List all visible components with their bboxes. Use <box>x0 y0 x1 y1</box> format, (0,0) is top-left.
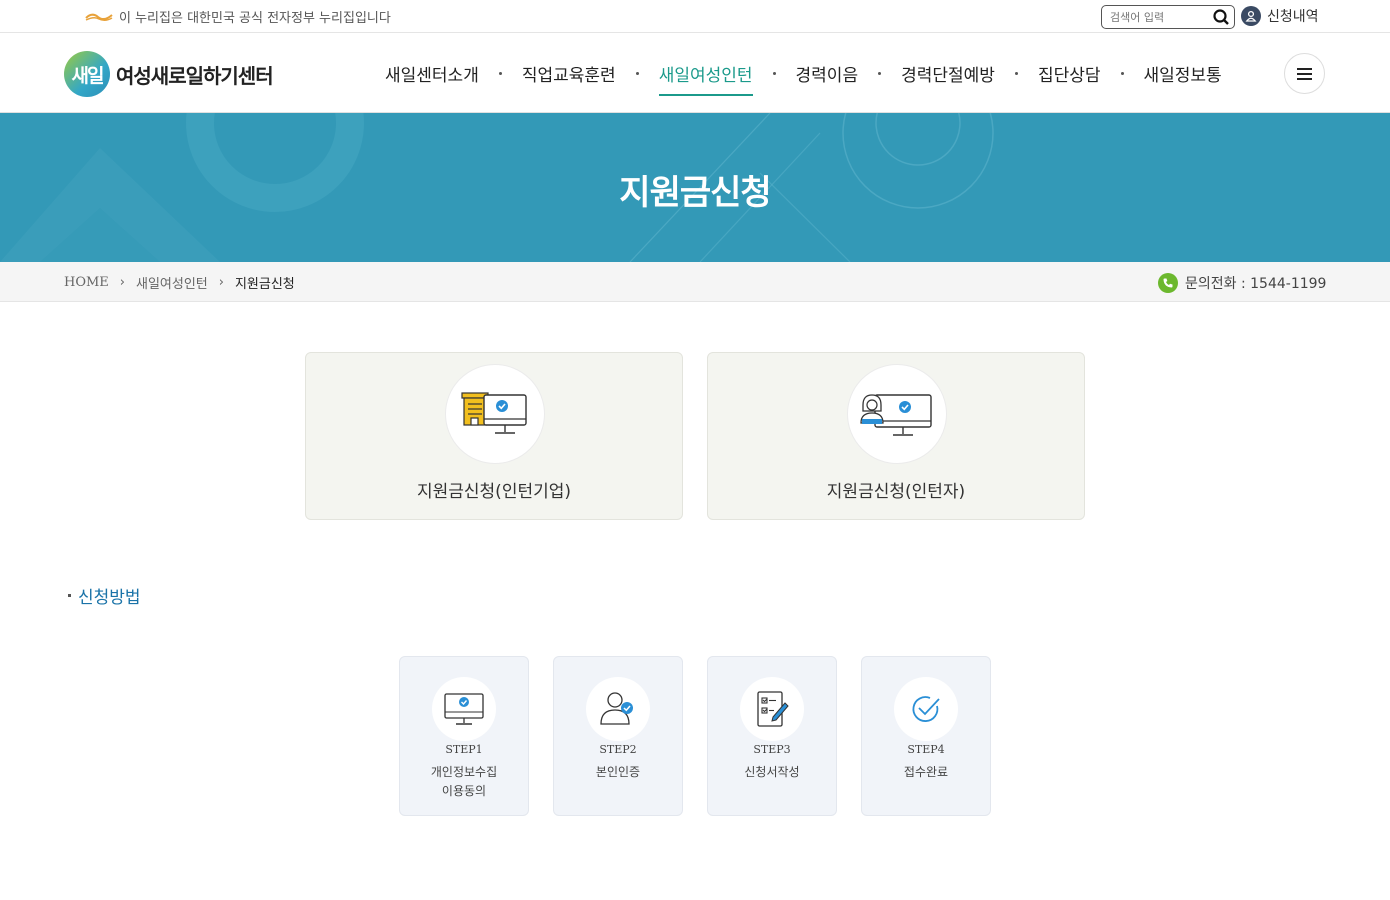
section-title: 신청방법 <box>68 583 141 608</box>
step-card: STEP4 접수완료 <box>861 656 991 816</box>
nav-divider <box>635 72 639 75</box>
step-text: 접수완료 <box>903 765 949 779</box>
nav-item-info[interactable]: 새일정보통 <box>1144 61 1222 96</box>
form-pen-icon <box>757 691 789 727</box>
step-icon-circle <box>586 677 650 741</box>
gov-notice-text: 이 누리집은 대한민국 공식 전자정부 누리집입니다 <box>119 11 391 26</box>
user-check-icon <box>600 692 633 725</box>
breadcrumb-intern[interactable]: 새일여성인턴 <box>136 273 208 292</box>
nav-item-career[interactable]: 경력이음 <box>796 61 859 96</box>
card-label: 지원금신청(인턴자) <box>826 482 966 502</box>
nav-divider <box>878 72 882 75</box>
step-icon-circle <box>894 677 958 741</box>
nav-item-intro[interactable]: 새일센터소개 <box>385 61 479 96</box>
breadcrumb: HOME › 새일여성인턴 › 지원금신청 <box>64 273 295 292</box>
apply-history-label: 신청내역 <box>1267 9 1319 25</box>
apply-intern-card[interactable]: 지원금신청(인턴자) <box>707 352 1085 520</box>
nav-item-counseling[interactable]: 집단상담 <box>1038 61 1101 96</box>
breadcrumb-bar: HOME › 새일여성인턴 › 지원금신청 문의전화 : 1544-1199 <box>0 262 1390 302</box>
apply-history-link[interactable]: 신청내역 <box>1241 6 1319 26</box>
step-card: STEP1 개인정보수집 이용동의 <box>399 656 529 816</box>
apply-company-card[interactable]: 지원금신청(인턴기업) <box>305 352 683 520</box>
breadcrumb-separator: › <box>119 275 125 290</box>
bullet-icon <box>68 594 71 597</box>
step-number: STEP2 <box>599 743 637 756</box>
monitor-check-icon <box>444 693 484 725</box>
card-label: 지원금신청(인턴기업) <box>416 482 572 502</box>
step-icon-circle <box>740 677 804 741</box>
breadcrumb-current: 지원금신청 <box>234 277 295 292</box>
step-text: 개인정보수집 이용동의 <box>430 765 498 798</box>
contact-phone: 문의전화 : 1544-1199 <box>1158 273 1326 293</box>
page-title: 지원금신청 <box>619 173 771 213</box>
breadcrumb-separator: › <box>218 275 224 290</box>
nav-divider <box>1120 72 1124 75</box>
card-icon-circle <box>847 364 947 464</box>
step-icon-circle <box>432 677 496 741</box>
gov-notice: 이 누리집은 대한민국 공식 전자정부 누리집입니다 <box>85 7 391 26</box>
utility-bar: 이 누리집은 대한민국 공식 전자정부 누리집입니다 신청내역 <box>0 0 1390 33</box>
search-box <box>1101 5 1235 29</box>
nav-divider <box>1014 72 1018 75</box>
gov-emblem-icon <box>85 13 113 21</box>
step-number: STEP1 <box>445 743 483 756</box>
company-computer-icon <box>461 392 527 434</box>
check-circle-icon <box>912 696 940 722</box>
user-icon <box>1241 6 1261 26</box>
card-icon-circle <box>445 364 545 464</box>
nav-item-training[interactable]: 직업교육훈련 <box>522 61 616 96</box>
breadcrumb-home[interactable]: HOME <box>64 275 109 290</box>
nav-divider <box>772 72 776 75</box>
nav-item-prevention[interactable]: 경력단절예방 <box>901 61 995 96</box>
site-logo[interactable]: 새일 여성새로일하기센터 <box>64 51 274 97</box>
hamburger-icon-line <box>1297 77 1312 80</box>
search-icon[interactable] <box>1212 8 1230 26</box>
contact-phone-label: 문의전화 : 1544-1199 <box>1185 276 1327 292</box>
step-number: STEP4 <box>907 743 945 756</box>
hamburger-menu-button[interactable] <box>1284 53 1325 94</box>
step-text: 신청서작성 <box>744 765 800 779</box>
phone-icon <box>1158 273 1178 293</box>
step-card: STEP3 신청서작성 <box>707 656 837 816</box>
nav-divider <box>498 72 502 75</box>
nav-item-intern[interactable]: 새일여성인턴 <box>658 61 753 96</box>
step-card: STEP2 본인인증 <box>553 656 683 816</box>
site-header: 새일 여성새로일하기센터 새일센터소개 직업교육훈련 새일여성인턴 경력이음 경… <box>0 33 1390 113</box>
main-nav: 새일센터소개 직업교육훈련 새일여성인턴 경력이음 경력단절예방 집단상담 새일… <box>385 61 1222 96</box>
page-banner: 지원금신청 <box>0 113 1390 262</box>
hamburger-icon-line <box>1297 67 1312 70</box>
logo-mark: 새일 <box>64 51 110 97</box>
section-title-text: 신청방법 <box>78 588 141 608</box>
step-text: 본인인증 <box>595 765 641 779</box>
logo-text: 여성새로일하기센터 <box>116 63 274 88</box>
search-input[interactable] <box>1110 9 1206 25</box>
step-number: STEP3 <box>753 743 791 756</box>
person-computer-icon <box>860 394 932 436</box>
hamburger-icon-line <box>1297 72 1312 75</box>
